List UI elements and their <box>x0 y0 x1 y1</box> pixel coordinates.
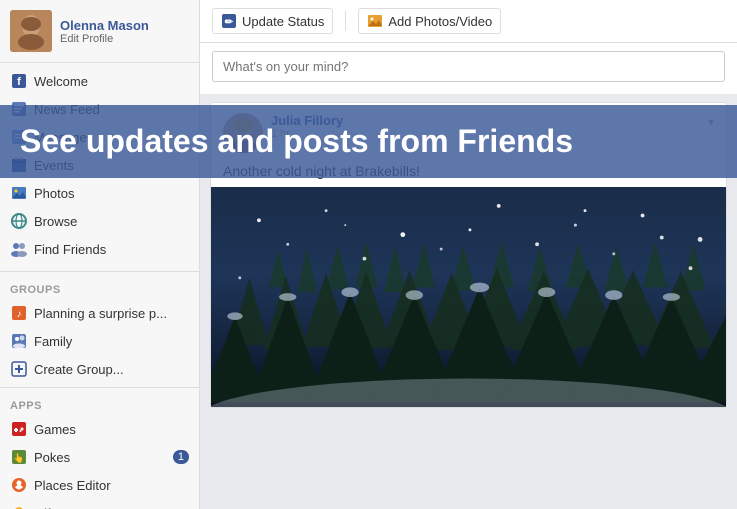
find-friends-icon <box>10 240 28 258</box>
profile-avatar <box>10 10 52 52</box>
edit-profile-link[interactable]: Edit Profile <box>60 33 149 45</box>
sidebar-item-pokes-label: Pokes <box>34 450 173 465</box>
sidebar-item-gifts[interactable]: Gifts <box>0 499 199 509</box>
sidebar-item-create-group-label: Create Group... <box>34 362 189 377</box>
sidebar-item-games-label: Games <box>34 422 189 437</box>
svg-text:✏: ✏ <box>225 17 234 28</box>
pokes-badge: 1 <box>173 450 189 464</box>
profile-info: Olenna Mason Edit Profile <box>60 18 149 45</box>
svg-text:f: f <box>17 76 21 88</box>
sidebar-item-browse[interactable]: Browse <box>0 207 199 235</box>
update-status-label: Update Status <box>242 14 324 29</box>
page-wrapper: Olenna Mason Edit Profile f Welcome News… <box>0 0 737 509</box>
sidebar-item-pokes[interactable]: 👆 Pokes 1 <box>0 443 199 471</box>
sidebar: Olenna Mason Edit Profile f Welcome News… <box>0 0 200 509</box>
content-area: ✏ Update Status Add Photos/Video See upd… <box>200 0 737 509</box>
sidebar-item-planning-label: Planning a surprise p... <box>34 306 189 321</box>
sidebar-item-family[interactable]: Family <box>0 327 199 355</box>
add-photos-icon <box>367 13 383 29</box>
add-photos-tab[interactable]: Add Photos/Video <box>358 8 501 34</box>
sidebar-item-games[interactable]: Games <box>0 415 199 443</box>
post-image <box>211 187 726 407</box>
browse-icon <box>10 212 28 230</box>
status-input[interactable] <box>212 51 725 82</box>
update-status-tab[interactable]: ✏ Update Status <box>212 8 333 34</box>
sidebar-divider-1 <box>0 271 199 272</box>
pokes-icon: 👆 <box>10 448 28 466</box>
overlay-text: See updates and posts from Friends <box>200 123 573 159</box>
sidebar-item-family-label: Family <box>34 334 189 349</box>
family-icon <box>10 332 28 350</box>
sidebar-item-browse-label: Browse <box>34 214 189 229</box>
sidebar-item-create-group[interactable]: Create Group... <box>0 355 199 383</box>
sidebar-item-find-friends[interactable]: Find Friends <box>0 235 199 263</box>
svg-text:👆: 👆 <box>13 452 24 463</box>
profile-area[interactable]: Olenna Mason Edit Profile <box>0 0 199 63</box>
status-input-area <box>200 43 737 94</box>
svg-text:♪: ♪ <box>17 309 22 320</box>
avatar-image <box>10 10 52 52</box>
update-status-icon: ✏ <box>221 13 237 29</box>
sidebar-item-places-editor-label: Places Editor <box>34 478 189 493</box>
overlay-banner: See updates and posts from Friends <box>200 105 737 178</box>
planning-icon: ♪ <box>10 304 28 322</box>
apps-section-title: APPS <box>0 392 199 415</box>
profile-name[interactable]: Olenna Mason <box>60 18 149 33</box>
sidebar-item-planning[interactable]: ♪ Planning a surprise p... <box>0 299 199 327</box>
places-icon <box>10 476 28 494</box>
sidebar-item-welcome-label: Welcome <box>34 74 189 89</box>
status-bar: ✏ Update Status Add Photos/Video <box>200 0 737 43</box>
gifts-icon <box>10 504 28 509</box>
sidebar-item-photos[interactable]: Photos <box>0 179 199 207</box>
groups-section-title: GROUPS <box>0 276 199 299</box>
tab-divider <box>345 11 346 31</box>
sidebar-divider-2 <box>0 387 199 388</box>
sidebar-item-places-editor[interactable]: Places Editor <box>0 471 199 499</box>
sidebar-item-welcome[interactable]: f Welcome <box>0 67 199 95</box>
sidebar-item-photos-label: Photos <box>34 186 189 201</box>
welcome-icon: f <box>10 72 28 90</box>
sidebar-item-find-friends-label: Find Friends <box>34 242 189 257</box>
create-group-icon <box>10 360 28 378</box>
add-photos-label: Add Photos/Video <box>388 14 492 29</box>
games-icon <box>10 420 28 438</box>
sidebar-item-gifts-label: Gifts <box>34 506 189 509</box>
photos-icon <box>10 184 28 202</box>
